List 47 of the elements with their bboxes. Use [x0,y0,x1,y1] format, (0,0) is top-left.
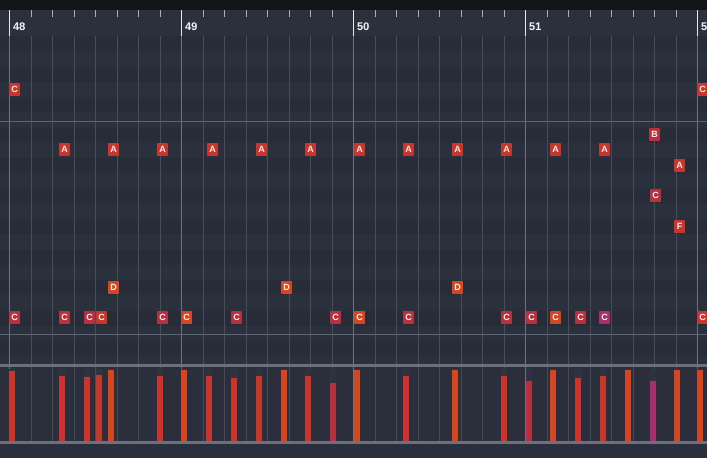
bar-number: 50 [357,21,370,33]
midi-note[interactable]: C [354,311,365,324]
midi-note[interactable]: C [501,311,512,324]
midi-note[interactable]: C [697,83,707,96]
midi-note[interactable]: C [231,311,242,324]
midi-note[interactable]: C [550,311,561,324]
midi-note[interactable]: D [108,281,119,294]
midi-note[interactable]: C [330,311,341,324]
midi-note[interactable]: A [599,143,610,156]
midi-note[interactable]: B [649,128,660,141]
midi-note[interactable]: C [575,311,586,324]
velocity-lane[interactable] [0,364,707,444]
midi-note[interactable]: C [697,311,707,324]
midi-note[interactable]: C [84,311,95,324]
midi-note[interactable]: A [550,143,561,156]
midi-note[interactable]: A [305,143,316,156]
velocity-bar[interactable] [330,383,336,441]
midi-note[interactable]: A [501,143,512,156]
bar-number: 51 [529,21,542,33]
midi-note[interactable]: D [452,281,463,294]
midi-note[interactable]: C [9,311,20,324]
midi-note[interactable]: A [59,143,70,156]
bar-number: 5 [701,21,707,33]
midi-note[interactable]: A [354,143,365,156]
midi-note[interactable]: A [256,143,267,156]
midi-note[interactable]: C [59,311,70,324]
midi-note[interactable]: A [207,143,218,156]
midi-note[interactable]: A [157,143,168,156]
midi-note[interactable]: C [9,83,20,96]
bar-number: 49 [185,21,198,33]
midi-note[interactable]: C [403,311,414,324]
midi-note[interactable]: C [181,311,192,324]
midi-note[interactable]: D [281,281,292,294]
midi-note[interactable]: A [674,159,685,172]
midi-note[interactable]: C [526,311,537,324]
bar-number: 48 [13,21,26,33]
midi-note[interactable]: C [157,311,168,324]
midi-note[interactable]: C [650,189,661,202]
midi-note[interactable]: F [674,220,685,233]
velocity-bar[interactable] [650,381,656,441]
midi-note[interactable]: A [108,143,119,156]
midi-note[interactable]: C [599,311,610,324]
midi-note[interactable]: C [96,311,107,324]
midi-note[interactable]: A [452,143,463,156]
piano-roll-grid[interactable]: C C A A A A A A A A A A A A B A C F D D D C C C C C C C C C C C C C C C C [0,36,707,364]
midi-note[interactable]: A [403,143,414,156]
velocity-bar[interactable] [526,381,532,441]
